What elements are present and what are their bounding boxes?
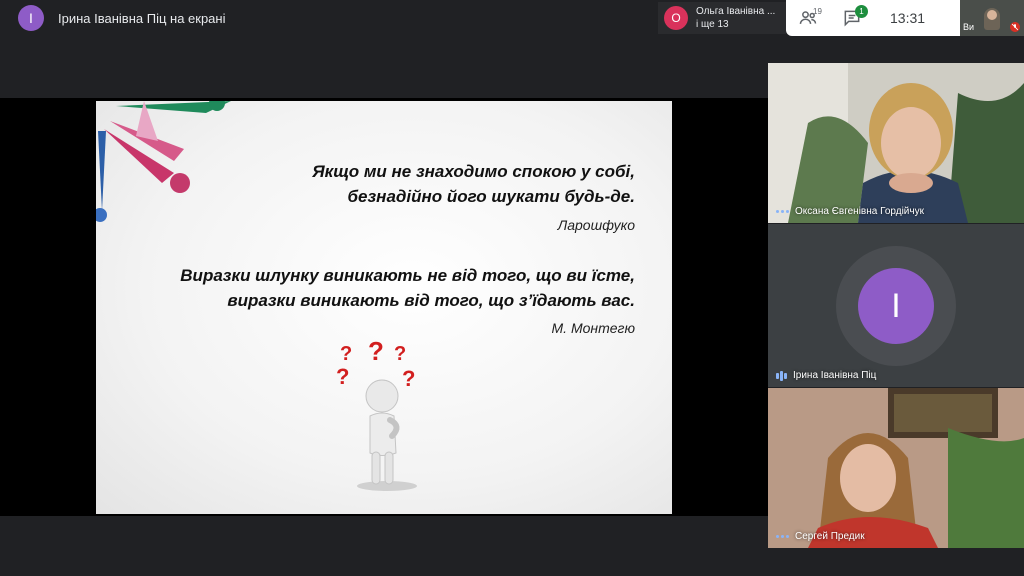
- participant-video: [768, 63, 1024, 223]
- presenter-title: Ірина Іванівна Піц на екрані: [58, 10, 226, 26]
- participant-name-label: Сергей Предик: [776, 531, 865, 542]
- participant-name: Сергей Предик: [795, 531, 865, 542]
- participant-tile[interactable]: Сергей Предик: [768, 388, 1024, 548]
- participant-video: [768, 388, 1024, 548]
- clock: 13:31: [890, 10, 926, 26]
- participant-name: Ірина Іванівна Піц: [793, 370, 877, 381]
- presenter-avatar: I: [18, 5, 44, 31]
- participant-tile[interactable]: I Ірина Іванівна Піц: [768, 224, 1024, 387]
- other-participants-chip[interactable]: О Ольга Іванівна ... і ще 13: [658, 2, 786, 34]
- quote-1-line-1: Якщо ми не знаходимо спокою у собі,: [312, 162, 635, 181]
- chat-button[interactable]: 1: [830, 0, 874, 36]
- self-label: Ви: [963, 22, 975, 32]
- slide-decoration: [96, 101, 231, 222]
- meet-window: I Ірина Іванівна Піц на екрані О Ольга І…: [0, 0, 1024, 576]
- svg-text:?: ?: [394, 343, 406, 365]
- chat-badge: 1: [855, 5, 868, 18]
- participant-tile[interactable]: Оксана Євгенівна Гордійчук: [768, 63, 1024, 223]
- presenter-info: I Ірина Іванівна Піц на екрані: [18, 5, 225, 31]
- quote-1: Якщо ми не знаходимо спокою у собі, безн…: [312, 159, 635, 209]
- meeting-controls: 19 1 13:31: [786, 0, 960, 36]
- self-video-head: [987, 10, 997, 20]
- self-view-tile[interactable]: Ви: [960, 0, 1024, 36]
- svg-text:?: ?: [368, 338, 384, 366]
- svg-text:?: ?: [340, 343, 352, 365]
- more-options-icon[interactable]: [776, 210, 789, 213]
- participant-name-label: Оксана Євгенівна Гордійчук: [776, 206, 924, 217]
- other-participants-text: Ольга Іванівна ... і ще 13: [696, 5, 775, 31]
- quote-2-line-2: виразки виникають від того, що з’їдають …: [227, 291, 635, 310]
- presentation-slide: Якщо ми не знаходимо спокою у собі, безн…: [96, 101, 672, 514]
- people-count: 19: [813, 7, 822, 16]
- mic-off-icon: [1010, 22, 1020, 32]
- other-participant-name: Ольга Іванівна ...: [696, 6, 776, 17]
- participant-name: Оксана Євгенівна Гордійчук: [795, 206, 924, 217]
- participant-avatar: О: [664, 6, 688, 30]
- more-options-icon[interactable]: [776, 535, 789, 538]
- thinking-figure-image: ? ? ? ? ?: [336, 338, 417, 491]
- participant-avatar: I: [858, 268, 934, 344]
- quote-1-line-2: безнадійно його шукати будь-де.: [347, 187, 635, 206]
- quote-2-author: М. Монтегю: [551, 320, 635, 336]
- svg-text:?: ?: [336, 364, 349, 389]
- audio-level-icon: [776, 370, 787, 381]
- people-button[interactable]: 19: [786, 0, 830, 36]
- quote-2: Виразки шлунку виникають не від того, що…: [180, 263, 635, 313]
- quote-2-line-1: Виразки шлунку виникають не від того, що…: [180, 266, 635, 285]
- quote-1-author: Ларошфуко: [557, 217, 635, 233]
- participant-name-label: Ірина Іванівна Піц: [776, 370, 876, 381]
- other-participants-more: і ще 13: [696, 19, 729, 30]
- svg-text:?: ?: [402, 366, 415, 391]
